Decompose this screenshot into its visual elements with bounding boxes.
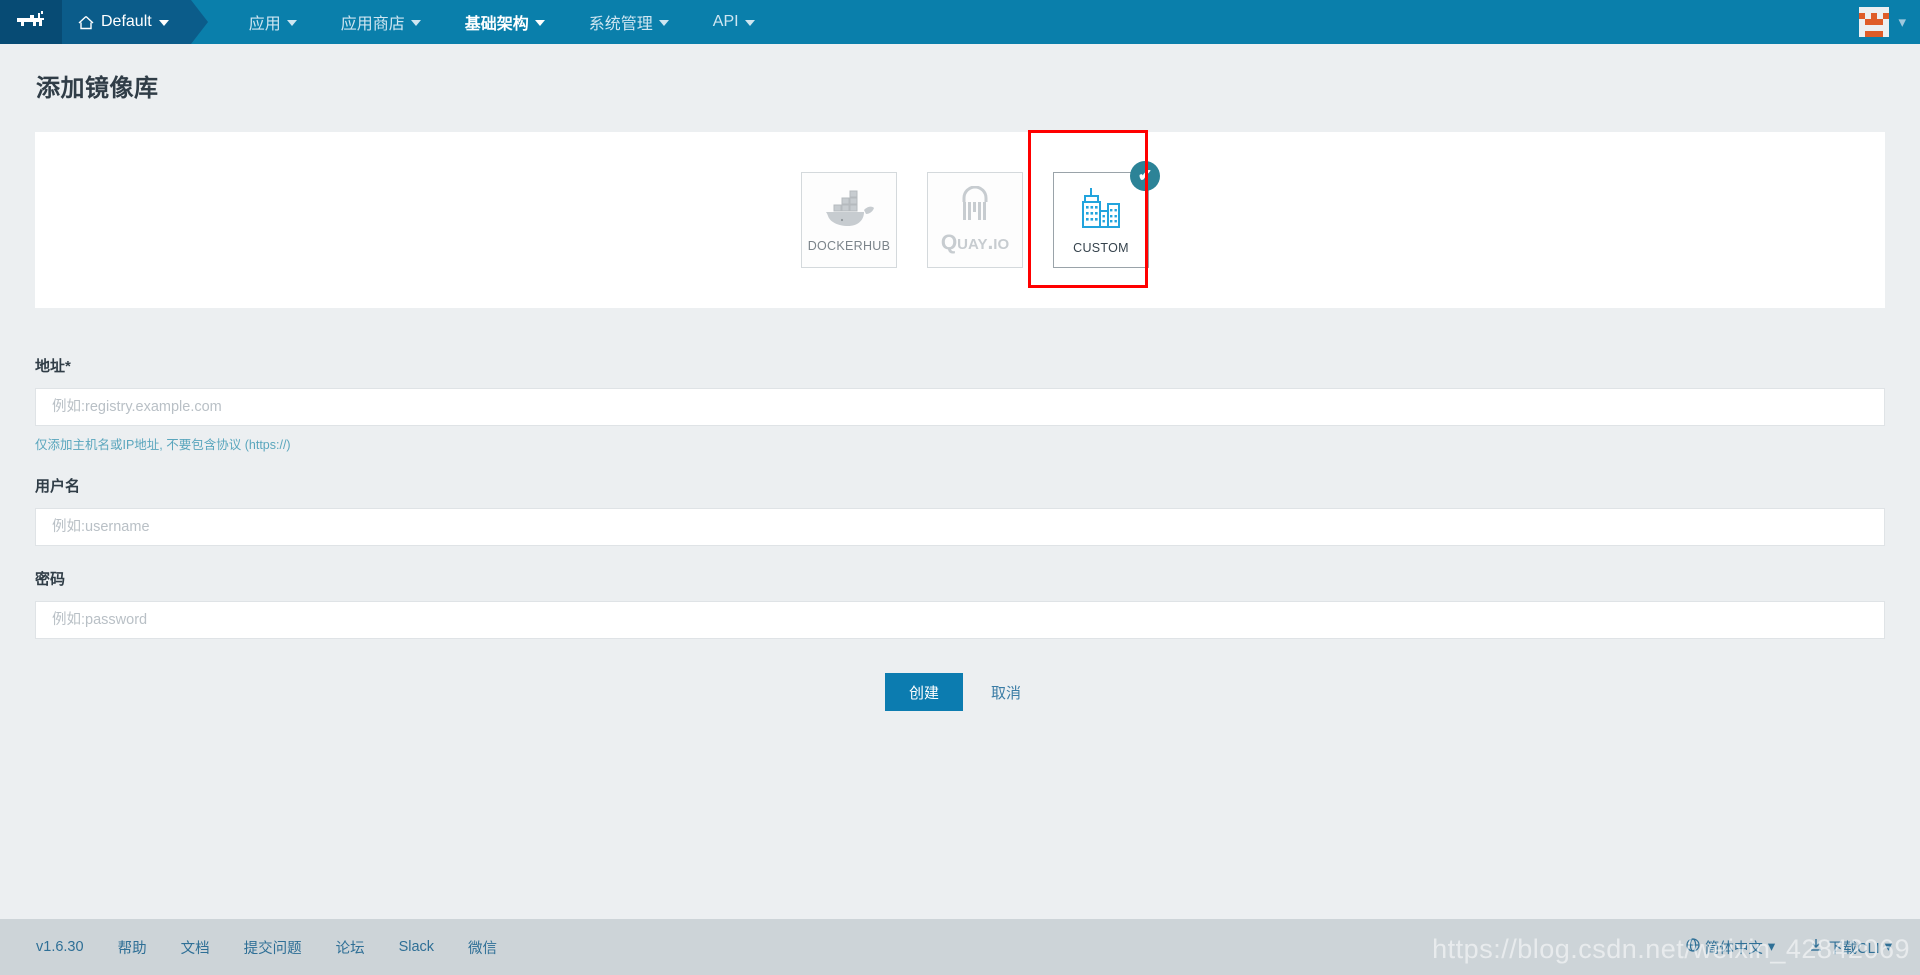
required-mark: * <box>65 358 71 375</box>
footer-link-wechat[interactable]: 微信 <box>468 937 497 958</box>
footer-link-forum[interactable]: 论坛 <box>336 937 365 958</box>
version-label: v1.6.30 <box>36 939 84 955</box>
nav-item-admin[interactable]: 系统管理 <box>567 0 691 44</box>
create-button[interactable]: 创建 <box>884 673 963 711</box>
cancel-button[interactable]: 取消 <box>977 673 1035 711</box>
language-label: 简体中文 <box>1704 940 1763 957</box>
address-input[interactable] <box>35 388 1885 426</box>
footer-right: 简体中文 ▾ 下载CLI ▾ <box>1686 937 1892 958</box>
username-input[interactable] <box>35 508 1885 546</box>
nav-item-label: 应用 <box>248 16 281 33</box>
registry-card-label: Quay.io <box>940 230 1010 254</box>
chevron-down-icon[interactable]: ▾ <box>1898 15 1906 30</box>
check-circle-icon: ✔ <box>1130 161 1160 191</box>
chevron-down-icon <box>534 20 545 26</box>
cluster-selector[interactable]: Default <box>62 0 208 44</box>
nav-item-api[interactable]: API <box>691 0 777 44</box>
language-selector[interactable]: 简体中文 ▾ <box>1686 937 1775 958</box>
chevron-down-icon: ▾ <box>1884 939 1892 955</box>
rancher-cow-logo-icon <box>15 9 47 36</box>
footer: v1.6.30 帮助 文档 提交问题 论坛 Slack 微信 简体中文 ▾ 下载… <box>0 919 1920 975</box>
address-label: 地址* <box>35 355 1885 376</box>
home-icon <box>78 15 94 30</box>
registry-form: 地址* 仅添加主机名或IP地址, 不要包含协议 (https://) 用户名 密… <box>35 355 1885 711</box>
nav-item-infrastructure[interactable]: 基础架构 <box>443 0 567 44</box>
download-cli-label: 下载CLI <box>1828 940 1880 957</box>
avatar[interactable] <box>1859 7 1890 37</box>
rancher-logo[interactable] <box>0 0 62 44</box>
chevron-down-icon <box>658 20 669 26</box>
password-input[interactable] <box>35 601 1885 639</box>
nav-item-label: 基础架构 <box>464 16 529 33</box>
registry-card-quay[interactable]: Quay.io <box>927 172 1023 268</box>
chevron-down-icon <box>744 20 755 26</box>
address-hint: 仅添加主机名或IP地址, 不要包含协议 (https://) <box>35 438 291 452</box>
navbar-right: ▾ <box>1859 0 1920 44</box>
top-navbar: Default 应用 应用商店 基础架构 系统管理 API ▾ <box>0 0 1920 44</box>
username-label: 用户名 <box>35 478 81 495</box>
chevron-down-icon <box>286 20 297 26</box>
registry-card-custom[interactable]: Custom ✔ <box>1053 161 1160 268</box>
docker-whale-icon <box>821 188 877 235</box>
footer-link-help[interactable]: 帮助 <box>118 937 147 958</box>
registry-card-dockerhub[interactable]: DockerHub <box>801 172 897 268</box>
download-icon <box>1809 938 1823 956</box>
registry-card-label: DockerHub <box>807 238 891 253</box>
globe-icon <box>1686 938 1700 956</box>
footer-link-docs[interactable]: 文档 <box>181 937 210 958</box>
nav-item-catalog[interactable]: 应用商店 <box>319 0 443 44</box>
chevron-down-icon <box>158 20 169 26</box>
address-label-text: 地址 <box>35 358 66 375</box>
address-field-group: 地址* 仅添加主机名或IP地址, 不要包含协议 (https://) <box>35 355 1885 453</box>
nav-item-label: API <box>712 13 739 30</box>
nav-item-label: 应用商店 <box>340 16 405 33</box>
password-field-group: 密码 <box>35 568 1885 639</box>
buildings-icon <box>1076 186 1126 237</box>
cluster-name: Default <box>101 13 152 30</box>
username-field-group: 用户名 <box>35 475 1885 546</box>
registry-picker-panel: DockerHub Quay.io <box>35 132 1885 308</box>
chevron-down-icon: ▾ <box>1767 939 1776 955</box>
footer-link-issue[interactable]: 提交问题 <box>244 937 302 958</box>
quay-lock-icon <box>952 185 998 231</box>
registry-card-label: Custom <box>1073 240 1129 255</box>
chevron-down-icon <box>410 20 421 26</box>
footer-link-slack[interactable]: Slack <box>399 939 434 955</box>
password-label: 密码 <box>35 571 66 588</box>
nav-item-label: 系统管理 <box>588 16 653 33</box>
nav-item-apps[interactable]: 应用 <box>227 0 319 44</box>
nav-menu: 应用 应用商店 基础架构 系统管理 API <box>227 0 777 44</box>
page-title: 添加镜像库 <box>36 75 159 102</box>
form-actions: 创建 取消 <box>35 673 1885 711</box>
download-cli-button[interactable]: 下载CLI ▾ <box>1809 937 1892 958</box>
